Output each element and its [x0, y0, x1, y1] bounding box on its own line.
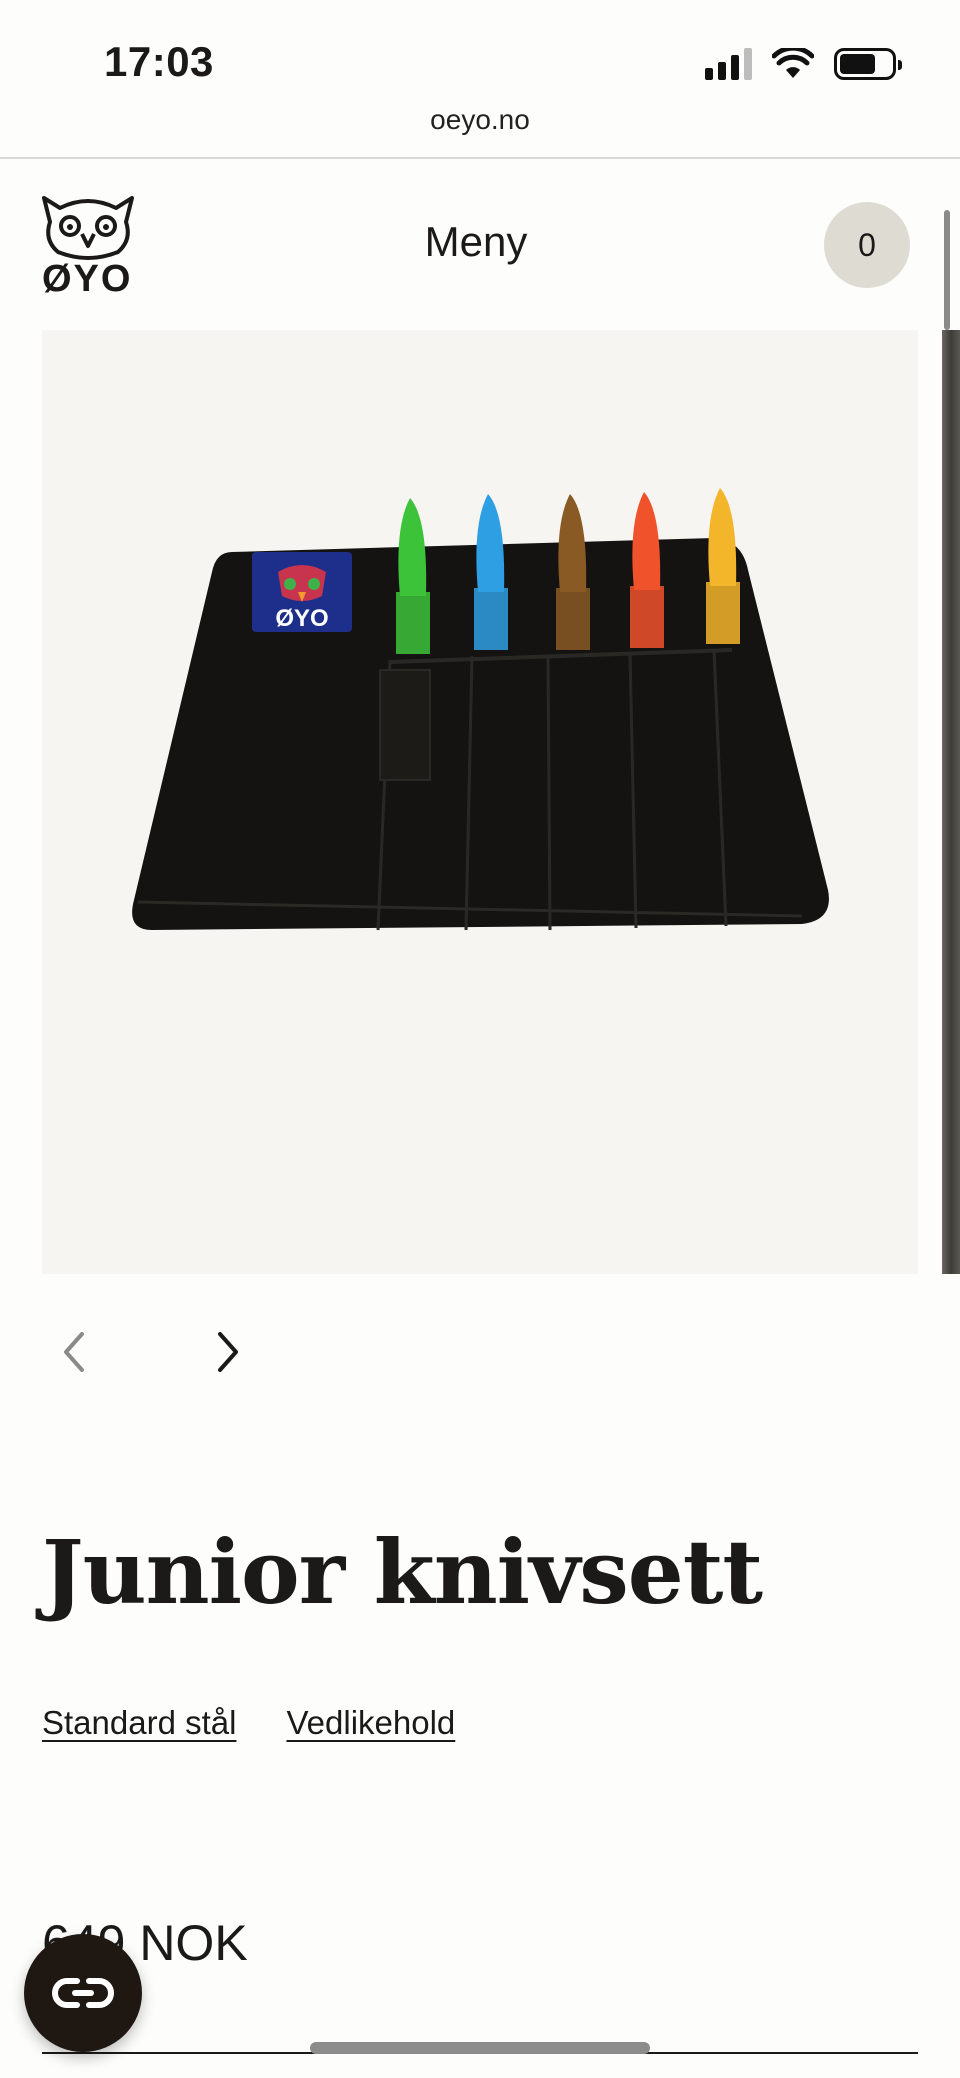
knife-roll-illustration: ØYO	[132, 488, 829, 931]
address-bar-url[interactable]: oeyo.no	[0, 104, 960, 136]
link-standard-steel[interactable]: Standard stål	[42, 1704, 236, 1742]
status-time: 17:03	[104, 38, 214, 85]
status-icons	[705, 44, 902, 84]
next-slide-peek[interactable]	[942, 330, 960, 1274]
chevron-right-icon	[218, 1332, 238, 1372]
scrollbar[interactable]	[944, 210, 950, 330]
carousel-prev-button[interactable]	[52, 1326, 96, 1378]
link-maintenance[interactable]: Vedlikehold	[286, 1704, 455, 1742]
wifi-icon	[772, 48, 814, 78]
home-indicator[interactable]	[310, 2042, 650, 2054]
carousel-next-button[interactable]	[206, 1326, 250, 1378]
cellular-signal-icon	[705, 48, 752, 80]
knife-handle	[556, 494, 590, 650]
product-links: Standard stål Vedlikehold	[42, 1704, 455, 1742]
chevron-left-icon	[64, 1332, 84, 1372]
knife-handle	[706, 488, 740, 644]
address-bar-divider	[0, 157, 960, 159]
cart-button[interactable]: 0	[824, 202, 910, 288]
cart-count: 0	[858, 226, 876, 263]
patch-logo-text: ØYO	[275, 605, 328, 632]
chat-button[interactable]	[24, 1934, 142, 2052]
status-bar: 17:03 oeyo.no	[0, 0, 960, 135]
knife-handle	[474, 494, 508, 650]
knife-handle	[630, 492, 664, 648]
battery-icon	[834, 48, 902, 80]
product-image[interactable]: ØYO	[42, 330, 918, 1274]
knife-handle	[396, 498, 430, 654]
chat-link-icon	[52, 1978, 114, 2008]
product-title: Junior knivsett	[42, 1520, 763, 1624]
menu-button[interactable]: Meny	[0, 218, 952, 266]
